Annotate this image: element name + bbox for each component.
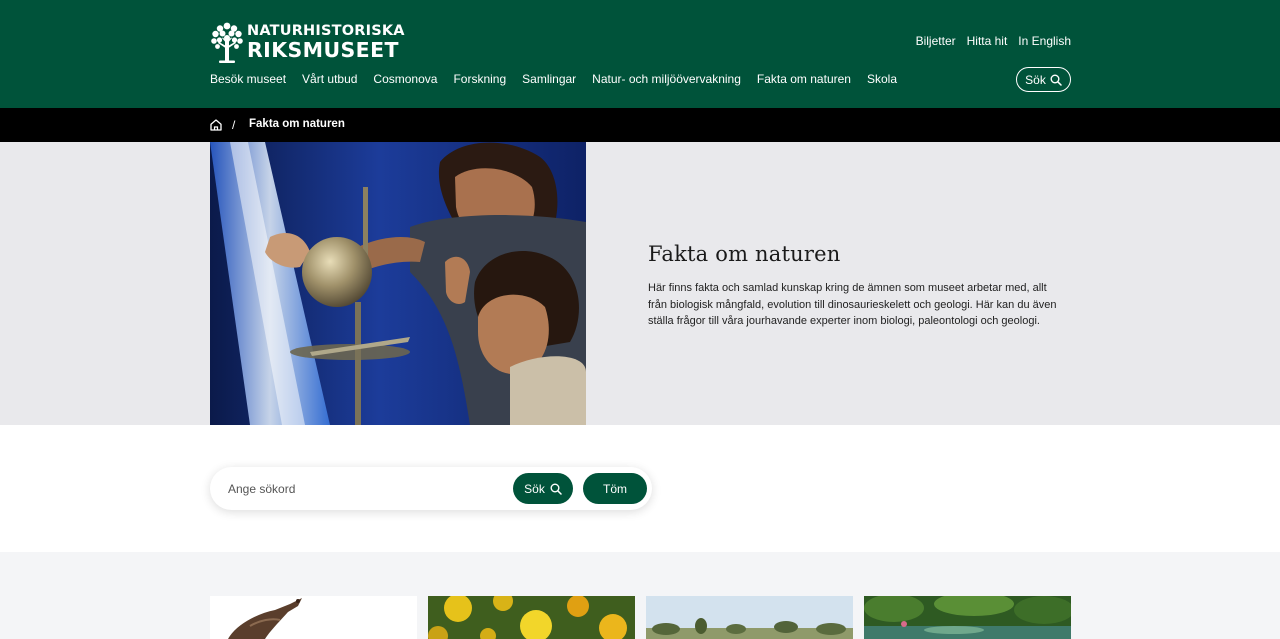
card-bird[interactable] bbox=[210, 596, 417, 639]
hero-photo bbox=[210, 142, 586, 425]
search-input[interactable] bbox=[228, 479, 508, 499]
cards-section bbox=[0, 552, 1280, 639]
site-header: NATURHISTORISKA RIKSMUSEET Biljetter Hit… bbox=[0, 0, 1280, 108]
nav-item-besok-museet[interactable]: Besök museet bbox=[210, 72, 286, 86]
header-search-button[interactable]: Sök bbox=[1016, 67, 1071, 92]
card-garden[interactable] bbox=[864, 596, 1071, 639]
link-in-english[interactable]: In English bbox=[1018, 34, 1071, 48]
nav-item-miljoovervakning[interactable]: Natur- och miljöövervakning bbox=[592, 72, 741, 86]
nav-item-fakta-om-naturen[interactable]: Fakta om naturen bbox=[757, 72, 851, 86]
card-landscape[interactable] bbox=[646, 596, 853, 639]
breadcrumb-current: Fakta om naturen bbox=[249, 118, 345, 130]
home-icon[interactable] bbox=[209, 118, 223, 132]
search-icon bbox=[550, 483, 562, 495]
nav-item-samlingar[interactable]: Samlingar bbox=[522, 72, 576, 86]
card-flowers[interactable] bbox=[428, 596, 635, 639]
link-hitta-hit[interactable]: Hitta hit bbox=[967, 34, 1008, 48]
page-title: Fakta om naturen bbox=[648, 242, 841, 266]
search-submit-button[interactable]: Sök bbox=[513, 473, 573, 504]
nav-item-vart-utbud[interactable]: Vårt utbud bbox=[302, 72, 357, 86]
bird-photo bbox=[210, 596, 417, 639]
green-garden-pond-photo bbox=[864, 596, 1071, 639]
link-biljetter[interactable]: Biljetter bbox=[916, 34, 956, 48]
tree-logo-icon bbox=[211, 22, 243, 63]
utility-nav: Biljetter Hitta hit In English bbox=[916, 34, 1071, 48]
search-icon bbox=[1050, 74, 1062, 86]
clear-button[interactable]: Töm bbox=[583, 473, 647, 504]
site-logo[interactable]: NATURHISTORISKA RIKSMUSEET bbox=[210, 21, 405, 63]
header-search-label: Sök bbox=[1025, 72, 1046, 87]
hero-section: Fakta om naturen Här finns fakta och sam… bbox=[0, 142, 1280, 425]
yellow-flowers-photo bbox=[428, 596, 635, 639]
logo-line2: RIKSMUSEET bbox=[247, 37, 399, 62]
logo-line1: NATURHISTORISKA bbox=[247, 23, 405, 39]
landscape-trees-photo bbox=[646, 596, 853, 639]
breadcrumb-separator: / bbox=[232, 118, 236, 132]
breadcrumb: / Fakta om naturen bbox=[0, 108, 1280, 142]
nav-item-skola[interactable]: Skola bbox=[867, 72, 897, 86]
nav-item-forskning[interactable]: Forskning bbox=[453, 72, 506, 86]
search-submit-label: Sök bbox=[524, 481, 545, 496]
search-bar: Sök Töm bbox=[210, 467, 652, 510]
nav-item-cosmonova[interactable]: Cosmonova bbox=[373, 72, 437, 86]
hero-image bbox=[210, 142, 586, 425]
main-nav: Besök museet Vårt utbud Cosmonova Forskn… bbox=[210, 72, 897, 86]
hero-description: Här finns fakta och samlad kunskap kring… bbox=[648, 282, 1057, 327]
